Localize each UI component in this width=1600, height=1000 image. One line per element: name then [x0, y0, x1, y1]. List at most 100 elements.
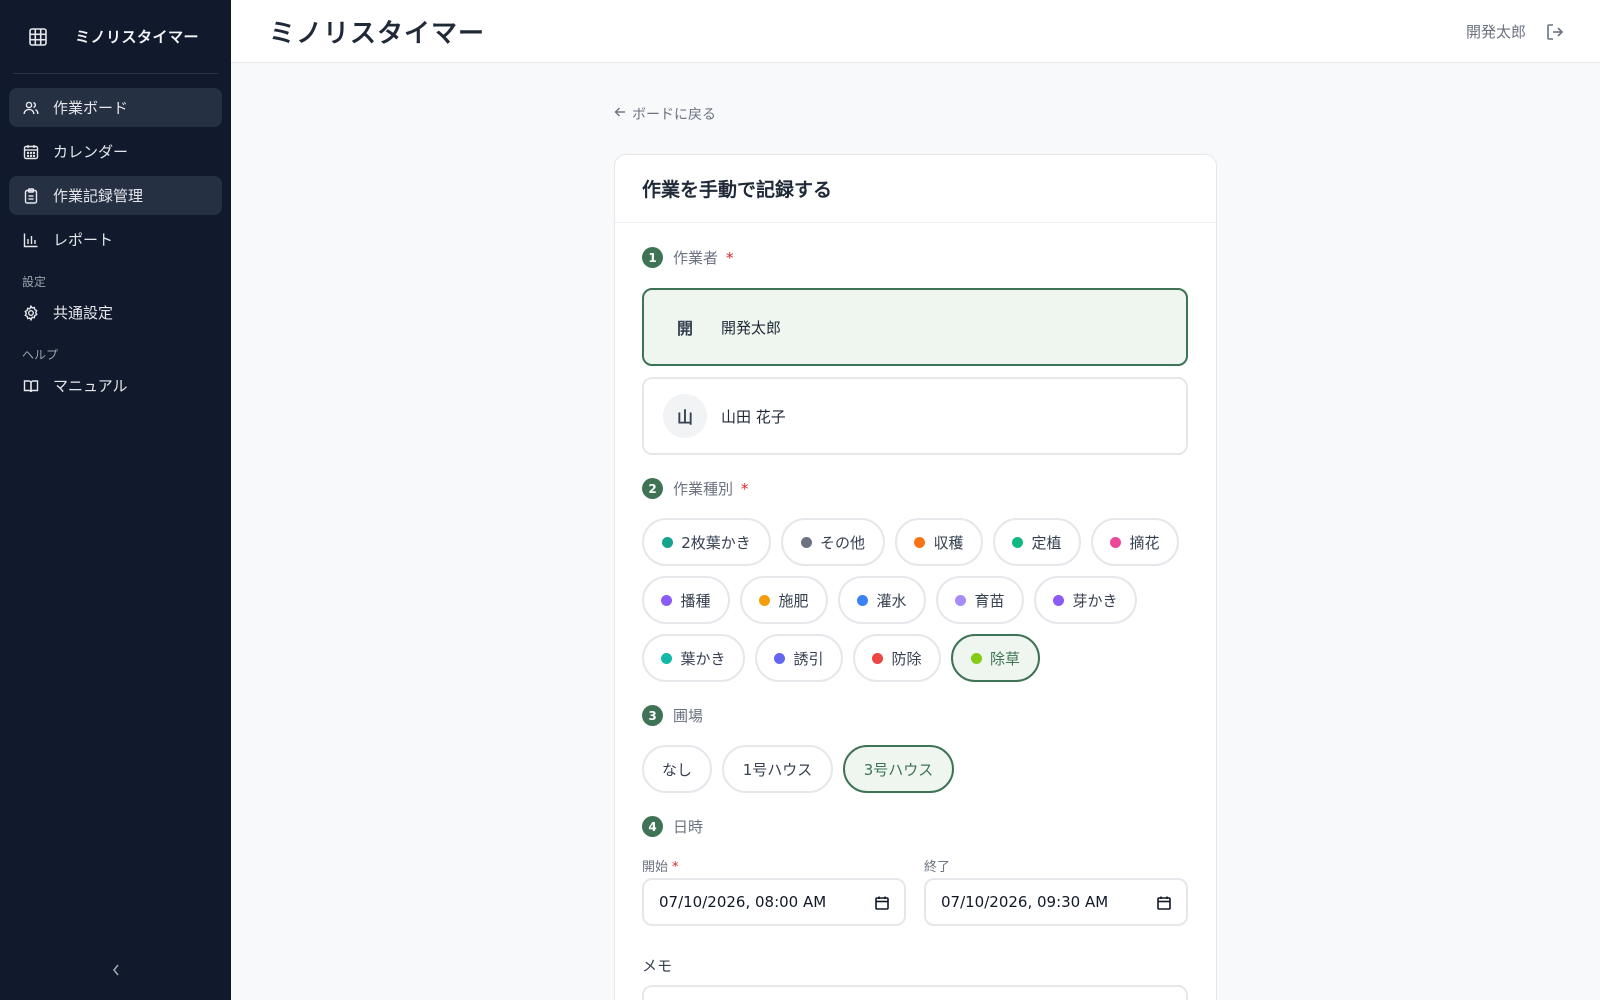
step-field-label: 3 圃場 — [642, 705, 703, 726]
end-datetime-input[interactable]: 07/10/2026, 09:30 AM — [924, 878, 1188, 926]
chip-label: 誘引 — [793, 649, 824, 668]
sidebar-item-label: マニュアル — [53, 377, 128, 395]
chip-label: 灌水 — [876, 591, 907, 610]
user-area: 開発太郎 — [1466, 0, 1566, 63]
arrow-left-icon — [614, 106, 626, 122]
sidebar-item-label: 作業記録管理 — [53, 187, 144, 205]
calendar-icon — [875, 896, 889, 910]
step-number: 3 — [642, 705, 663, 726]
field-chip[interactable]: なし — [642, 745, 712, 793]
clipboard-icon — [22, 187, 40, 205]
work-type-chip[interactable]: 播種 — [642, 576, 730, 624]
work-type-chip[interactable]: 葉かき — [642, 634, 745, 682]
avatar: 山 — [663, 394, 707, 438]
sidebar-item-work-records[interactable]: 作業記録管理 — [9, 176, 222, 215]
work-type-chip[interactable]: 灌水 — [838, 576, 926, 624]
sidebar-nav: 作業ボード カレンダー 作業記録管理 レポート 設定 共通設定 ヘルプ マニュア… — [0, 74, 231, 405]
worker-option[interactable]: 開 開発太郎 — [642, 288, 1188, 366]
color-dot — [872, 652, 884, 664]
chip-label: 摘花 — [1129, 533, 1160, 552]
user-name: 開発太郎 — [1465, 23, 1526, 41]
work-type-chip[interactable]: 誘引 — [755, 634, 843, 682]
sidebar-item-report[interactable]: レポート — [9, 220, 222, 259]
sidebar-item-work-board[interactable]: 作業ボード — [9, 88, 222, 127]
start-datetime-input[interactable]: 07/10/2026, 08:00 AM — [642, 878, 906, 926]
chip-label: 施肥 — [778, 591, 809, 610]
memo-label: メモ — [642, 957, 673, 975]
step-datetime-label: 4 日時 — [642, 816, 703, 837]
work-type-chip[interactable]: 施肥 — [740, 576, 828, 624]
calendar-icon — [22, 143, 40, 161]
chip-label: その他 — [819, 533, 865, 552]
start-datetime-value: 07/10/2026, 08:00 AM — [659, 893, 827, 911]
work-type-chip[interactable]: 定植 — [993, 518, 1081, 566]
color-dot — [914, 536, 926, 548]
field-chip[interactable]: 1号ハウス — [722, 745, 833, 793]
chip-label: 除草 — [989, 649, 1020, 668]
work-type-chip[interactable]: 収穫 — [895, 518, 983, 566]
work-type-chip[interactable]: その他 — [781, 518, 885, 566]
color-dot — [857, 594, 869, 606]
gear-icon — [22, 304, 40, 322]
collapse-sidebar-button[interactable] — [104, 958, 128, 982]
sidebar-item-common-settings[interactable]: 共通設定 — [9, 293, 222, 332]
step-number: 4 — [642, 816, 663, 837]
step-number: 1 — [642, 247, 663, 268]
sidebar-item-label: カレンダー — [53, 143, 129, 161]
work-type-chip[interactable]: 育苗 — [936, 576, 1024, 624]
sidebar-item-calendar[interactable]: カレンダー — [9, 132, 222, 171]
back-to-board-link[interactable]: ボードに戻る — [614, 104, 716, 124]
work-type-chip[interactable]: 防除 — [853, 634, 941, 682]
color-dot — [759, 594, 771, 606]
end-label: 終了 — [924, 860, 951, 875]
logout-icon[interactable] — [1544, 21, 1566, 43]
calendar-icon — [1157, 896, 1171, 910]
brand: ミノリスタイマー — [13, 0, 218, 74]
step-title: 作業者 — [673, 249, 719, 267]
section-label-help: ヘルプ — [22, 348, 59, 362]
color-dot — [800, 536, 812, 548]
step-title: 作業種別 — [673, 480, 734, 498]
field-chip-selected[interactable]: 3号ハウス — [843, 745, 954, 793]
sidebar-item-manual[interactable]: マニュアル — [9, 366, 222, 405]
step-title: 日時 — [673, 818, 704, 836]
chevron-left-icon — [112, 964, 119, 976]
work-type-chip[interactable]: 2枚葉かき — [642, 518, 771, 566]
color-dot — [1053, 594, 1065, 606]
chip-label: 芽かき — [1072, 591, 1118, 610]
chip-label: 定植 — [1031, 533, 1062, 552]
sidebar-item-label: 作業ボード — [53, 99, 129, 117]
sidebar-item-label: レポート — [53, 231, 114, 249]
brand-title: ミノリスタイマー — [75, 28, 200, 46]
chip-label: 葉かき — [680, 649, 726, 668]
worker-name: 開発太郎 — [721, 318, 782, 337]
work-type-chip[interactable]: 芽かき — [1034, 576, 1137, 624]
required-mark: * — [672, 860, 679, 875]
worker-option[interactable]: 山 山田 花子 — [642, 377, 1188, 455]
sidebar-item-label: 共通設定 — [53, 304, 114, 322]
color-dot — [1110, 536, 1122, 548]
memo-textarea[interactable] — [642, 985, 1188, 1000]
color-dot — [661, 594, 673, 606]
page-title: ミノリスタイマー — [269, 18, 486, 49]
work-type-chip[interactable]: 摘花 — [1091, 518, 1179, 566]
end-datetime-value: 07/10/2026, 09:30 AM — [941, 893, 1109, 911]
color-dot — [1012, 536, 1024, 548]
color-dot — [662, 536, 674, 548]
chip-label: 1号ハウス — [742, 760, 813, 779]
manual-record-form: 作業を手動で記録する 1 作業者 * 開 開発太郎 山 山田 花子 2 作業種別… — [614, 154, 1217, 1000]
chip-label: 収穫 — [933, 533, 964, 552]
color-dot — [661, 652, 673, 664]
color-dot — [970, 652, 982, 664]
book-icon — [22, 377, 40, 395]
step-work-type-label: 2 作業種別 * — [642, 478, 749, 499]
section-label-settings: 設定 — [22, 275, 47, 289]
work-type-chip-selected[interactable]: 除草 — [951, 634, 1040, 682]
grid-icon — [27, 26, 49, 48]
avatar: 開 — [663, 305, 707, 349]
top-header: ミノリスタイマー 開発太郎 — [231, 0, 1600, 63]
color-dot — [955, 594, 967, 606]
bar-chart-icon — [22, 231, 40, 249]
card-header: 作業を手動で記録する — [615, 155, 1216, 223]
worker-name: 山田 花子 — [721, 407, 786, 426]
